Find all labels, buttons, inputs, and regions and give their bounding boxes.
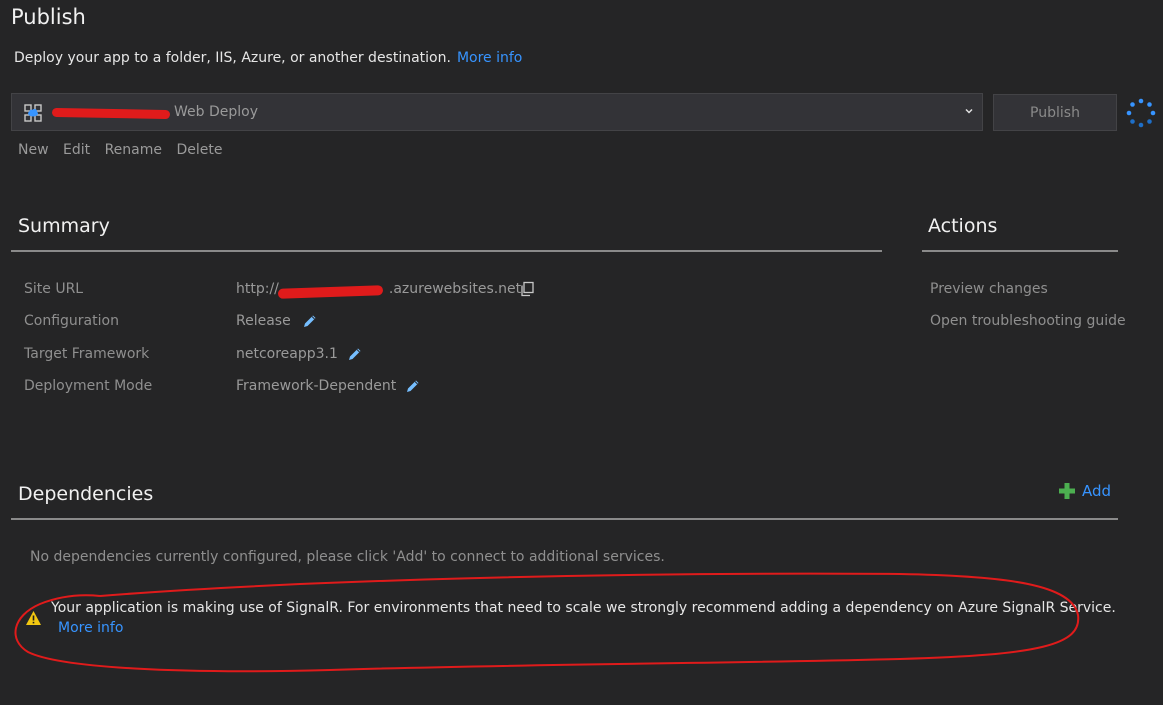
signalr-warning-text: Your application is making use of Signal…	[51, 600, 1116, 616]
deployment-mode-label: Deployment Mode	[24, 378, 153, 394]
configuration-value: Release	[236, 313, 291, 329]
chevron-down-icon	[965, 108, 973, 114]
profile-actions: New Edit Rename Delete	[18, 142, 232, 158]
more-info-link[interactable]: More info	[457, 50, 522, 66]
warning-icon	[26, 611, 41, 625]
publish-profile-dropdown[interactable]: Web Deploy	[11, 93, 983, 131]
add-dependency-button[interactable]: Add	[1058, 482, 1111, 500]
delete-profile-link[interactable]: Delete	[176, 142, 222, 158]
edit-deployment-mode-pencil-icon[interactable]	[405, 378, 421, 394]
dependencies-divider	[11, 518, 1118, 520]
summary-divider	[11, 250, 882, 252]
target-framework-label: Target Framework	[24, 346, 150, 362]
preview-changes-link[interactable]: Preview changes	[930, 281, 1048, 297]
publish-page: Publish Deploy your app to a folder, IIS…	[0, 0, 1163, 705]
target-framework-value: netcoreapp3.1	[236, 346, 338, 362]
site-url-prefix: http://	[236, 281, 279, 297]
add-label: Add	[1082, 482, 1112, 500]
rename-profile-link[interactable]: Rename	[105, 142, 162, 158]
edit-configuration-pencil-icon[interactable]	[302, 313, 318, 329]
actions-heading: Actions	[928, 215, 998, 237]
cloud-publish-icon	[24, 104, 42, 122]
configuration-label: Configuration	[24, 313, 119, 329]
edit-profile-link[interactable]: Edit	[63, 142, 90, 158]
page-title: Publish	[11, 5, 86, 29]
actions-divider	[922, 250, 1118, 252]
deployment-mode-value: Framework-Dependent	[236, 378, 397, 394]
summary-heading: Summary	[18, 215, 110, 237]
troubleshooting-guide-link[interactable]: Open troubleshooting guide	[930, 313, 1126, 329]
page-subtitle: Deploy your app to a folder, IIS, Azure,…	[14, 50, 522, 66]
dependencies-heading: Dependencies	[18, 483, 154, 505]
plus-icon	[1059, 483, 1075, 499]
site-url-suffix: .azurewebsites.net	[388, 281, 522, 297]
edit-framework-pencil-icon[interactable]	[347, 346, 363, 362]
profile-label: Web Deploy	[174, 104, 258, 120]
no-dependencies-message: No dependencies currently configured, pl…	[30, 549, 665, 565]
signalr-more-info-link[interactable]: More info	[58, 620, 123, 636]
publish-button[interactable]: Publish	[993, 94, 1117, 131]
new-profile-link[interactable]: New	[18, 142, 49, 158]
site-url-label: Site URL	[24, 281, 84, 297]
redacted-profile-name	[51, 107, 171, 120]
loading-spinner-icon	[1126, 98, 1156, 128]
subtitle-text: Deploy your app to a folder, IIS, Azure,…	[14, 50, 451, 66]
copy-icon[interactable]	[519, 281, 535, 297]
